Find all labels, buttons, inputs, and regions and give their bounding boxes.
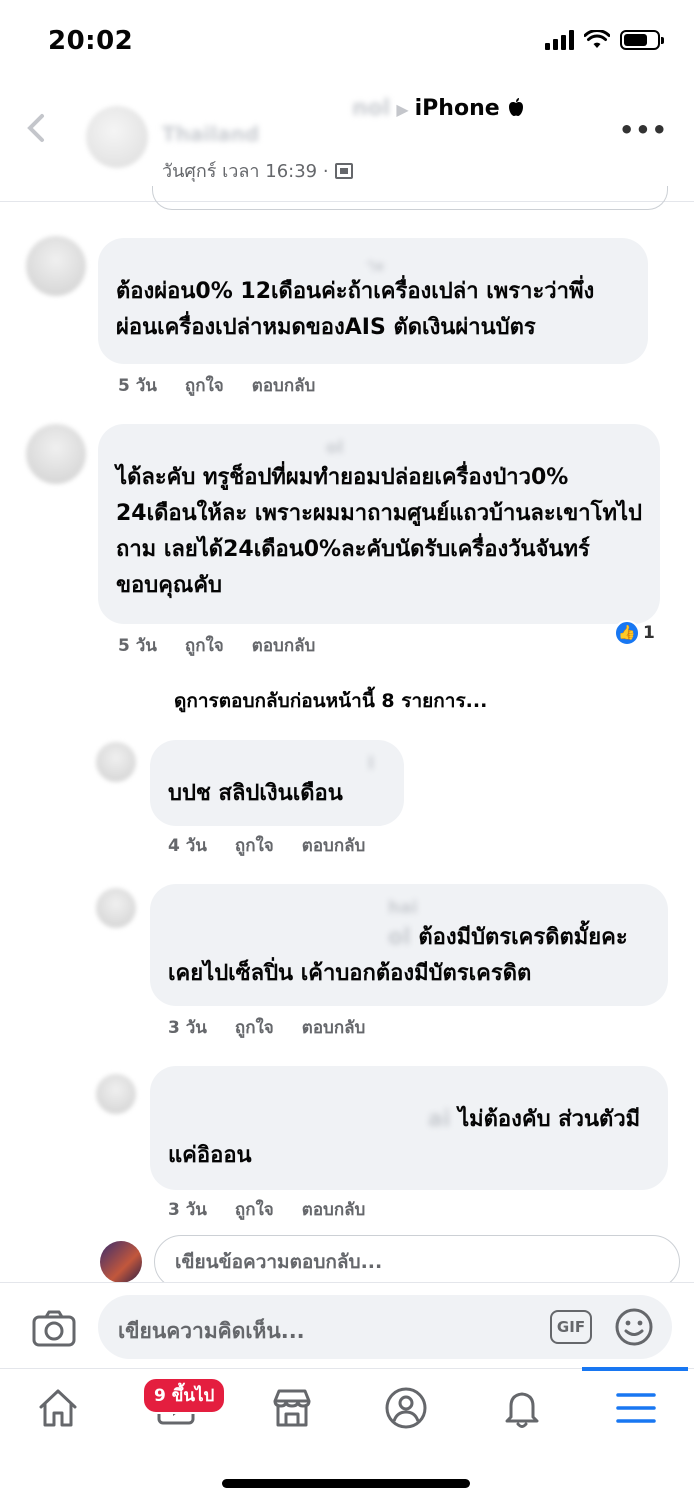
reply-button[interactable]: ตอบกลับ: [302, 1014, 366, 1041]
like-button[interactable]: ถูกใจ: [185, 632, 224, 659]
camera-icon[interactable]: [32, 1309, 76, 1347]
reply-avatar[interactable]: [96, 888, 136, 928]
post-header: nol ▶ iPhone Thailand วันศุกร์ เวลา 16:39 …: [0, 80, 694, 202]
reply-button[interactable]: ตอบกลับ: [302, 832, 366, 859]
mention-blurred: ol: [388, 925, 411, 950]
reply-avatar[interactable]: [96, 1074, 136, 1114]
chevron-left-icon: [27, 114, 44, 142]
tab-bar: 9 ขึ้นไป: [0, 1367, 694, 1500]
thumbs-up-icon: 👍: [614, 620, 640, 646]
comment-actions: 5 วัน ถูกใจ ตอบกลับ: [118, 632, 315, 659]
post-title[interactable]: nol ▶ iPhone: [162, 96, 525, 121]
comment-input[interactable]: เขียนความคิดเห็น... GIF: [98, 1295, 672, 1359]
battery-icon: [620, 30, 664, 50]
comment-text: ต้องผ่อน0% 12เดือนค่ะถ้าเครื่องเปล่า เพร…: [116, 279, 595, 340]
marketplace-icon: [273, 1389, 311, 1427]
reply-text: ol ต้องมีบัตรเครดิตมั้ยคะ เคยไปเซ็ลปิ่น …: [168, 920, 650, 992]
arrow-right-icon: ▶: [396, 100, 409, 119]
status-time: 20:02: [48, 26, 134, 56]
tab-menu[interactable]: [606, 1383, 666, 1433]
comment-text: ได้ละคับ ทรูช็อปที่ผมทำยอมปล่อยเครื่องป่…: [116, 465, 642, 598]
comment-avatar[interactable]: [26, 236, 86, 296]
more-options-button[interactable]: •••: [619, 116, 668, 144]
reaction-summary[interactable]: 👍 1: [614, 620, 655, 646]
active-tab-indicator: [582, 1367, 688, 1371]
reply-actions: 3 วัน ถูกใจ ตอบกลับ: [168, 1196, 365, 1223]
notifications-icon: [505, 1392, 539, 1428]
group-name: iPhone: [414, 96, 508, 121]
post-timestamp: วันศุกร์ เวลา 16:39 ·: [162, 161, 329, 182]
profile-icon: [385, 1387, 427, 1429]
view-previous-replies[interactable]: ดูการตอบกลับก่อนหน้านี้ 8 รายการ...: [174, 686, 487, 716]
cellular-signal-icon: [545, 30, 574, 50]
previous-comment-edge: [152, 186, 668, 210]
apple-icon: [509, 98, 524, 116]
comment-composer: เขียนความคิดเห็น... GIF: [0, 1282, 694, 1368]
like-button[interactable]: ถูกใจ: [235, 1196, 274, 1223]
back-button[interactable]: [24, 108, 54, 148]
reply-time: 3 วัน: [168, 1200, 207, 1220]
comment-author-blurred: าะ: [366, 256, 385, 276]
emoji-icon[interactable]: [614, 1307, 654, 1347]
status-icons: [545, 30, 664, 50]
reply-time: 4 วัน: [168, 836, 207, 856]
post-meta: วันศุกร์ เวลา 16:39 ·: [162, 156, 353, 185]
comment-avatar[interactable]: [26, 424, 86, 484]
like-button[interactable]: ถูกใจ: [235, 832, 274, 859]
comment-time: 5 วัน: [118, 636, 157, 656]
my-avatar: [100, 1241, 142, 1283]
reply-author-hidden: [168, 1080, 650, 1102]
author-name-blurred: nol: [352, 96, 391, 121]
reply-actions: 4 วัน ถูกใจ ตอบกลับ: [168, 832, 365, 859]
comment-time: 5 วัน: [118, 376, 157, 396]
menu-icon: [616, 1393, 656, 1423]
home-indicator: [222, 1479, 470, 1488]
reply-time: 3 วัน: [168, 1018, 207, 1038]
reply-bubble[interactable]: ai ไม่ต้องคับ ส่วนตัวมีแค่อิออน: [150, 1066, 668, 1190]
tab-notifications[interactable]: [492, 1383, 552, 1433]
author-avatar[interactable]: [86, 106, 148, 168]
reply-actions: 3 วัน ถูกใจ ตอบกลับ: [168, 1014, 365, 1041]
group-subtitle-blurred: Thailand: [162, 122, 260, 146]
like-button[interactable]: ถูกใจ: [185, 372, 224, 399]
reply-bubble[interactable]: hai ol ต้องมีบัตรเครดิตมั้ยคะ เคยไปเซ็ลป…: [150, 884, 668, 1006]
comment-actions: 5 วัน ถูกใจ ตอบกลับ: [118, 372, 315, 399]
reply-button[interactable]: ตอบกลับ: [252, 372, 316, 399]
home-icon: [39, 1389, 77, 1427]
tab-profile[interactable]: [376, 1383, 436, 1433]
audience-icon: [334, 162, 353, 179]
reply-composer: เขียนข้อความตอบกลับ...: [100, 1235, 680, 1289]
reply-text: ai ไม่ต้องคับ ส่วนตัวมีแค่อิออน: [168, 1102, 650, 1174]
reply-author-blurred: hai: [388, 898, 418, 918]
comment-bubble[interactable]: าะ ต้องผ่อน0% 12เดือนค่ะถ้าเครื่องเปล่า …: [98, 238, 648, 364]
notification-badge: 9 ขึ้นไป: [142, 1377, 227, 1414]
comment-input-placeholder: เขียนความคิดเห็น...: [118, 1319, 305, 1343]
comment-author-blurred: ol: [326, 438, 344, 458]
reply-avatar[interactable]: [96, 742, 136, 782]
mention-blurred: ai: [428, 1107, 451, 1132]
reply-input[interactable]: เขียนข้อความตอบกลับ...: [154, 1235, 680, 1289]
reply-bubble[interactable]: l บปช สลิปเงินเดือน: [150, 740, 404, 826]
like-button[interactable]: ถูกใจ: [235, 1014, 274, 1041]
reply-button[interactable]: ตอบกลับ: [302, 1196, 366, 1223]
tab-marketplace[interactable]: [262, 1383, 322, 1433]
reply-text: บปช สลิปเงินเดือน: [168, 781, 343, 806]
status-bar: 20:02: [0, 0, 694, 80]
reaction-count: 1: [643, 623, 655, 643]
reply-author-blurred: l: [368, 754, 374, 774]
comment-bubble[interactable]: ol ได้ละคับ ทรูช็อปที่ผมทำยอมปล่อยเครื่อ…: [98, 424, 660, 624]
gif-button[interactable]: GIF: [550, 1310, 592, 1344]
wifi-icon: [584, 30, 610, 48]
reply-button[interactable]: ตอบกลับ: [252, 632, 316, 659]
tab-home[interactable]: [28, 1383, 88, 1433]
